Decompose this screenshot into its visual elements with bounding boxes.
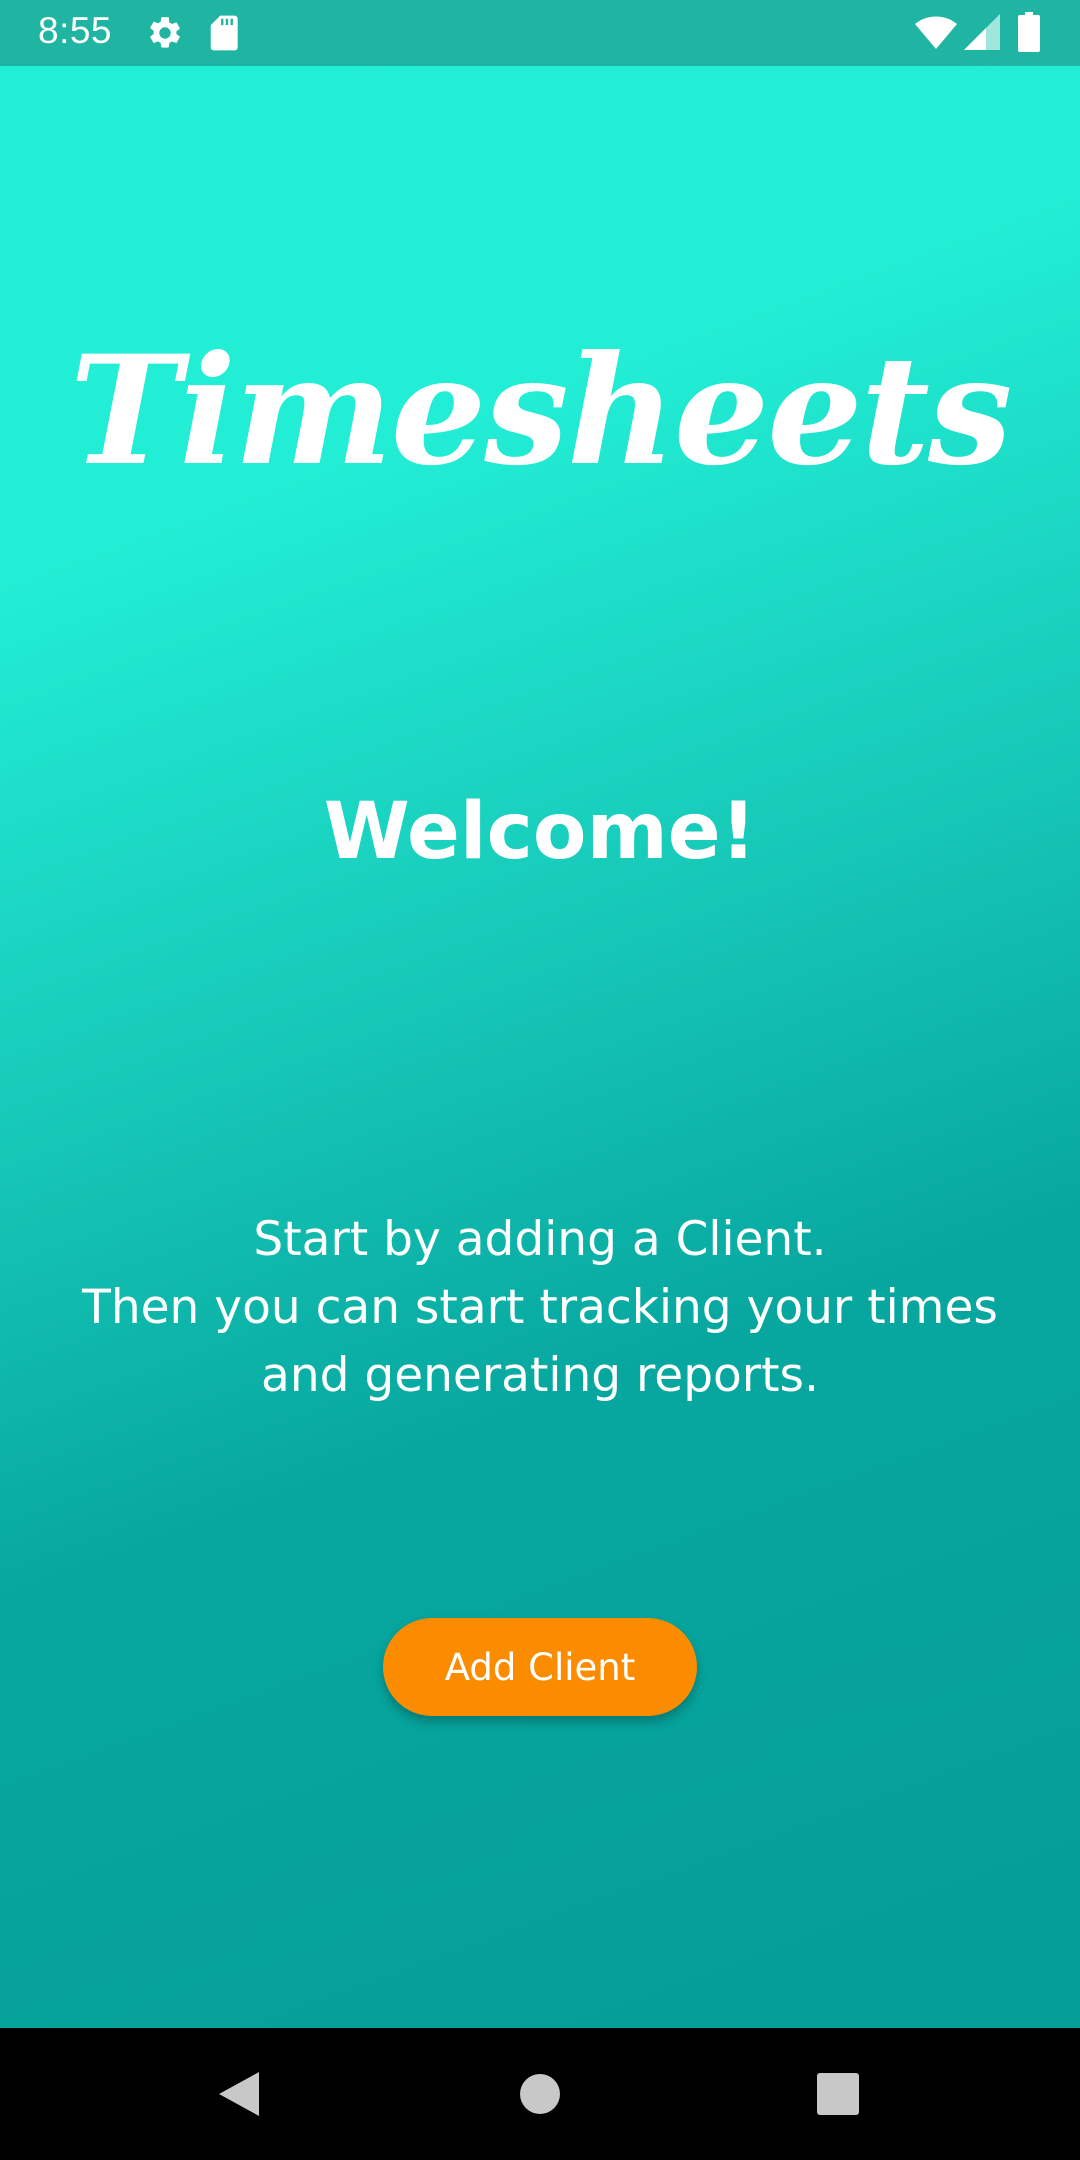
navigation-bar [0,2028,1080,2160]
intro-line: Then you can start tracking your times [82,1280,998,1335]
sd-card-icon [208,14,242,56]
status-bar: 8:55 [0,0,1080,66]
status-time: 8:55 [38,10,113,51]
back-icon[interactable] [209,2064,269,2124]
settings-icon [146,14,184,56]
app-logo: Timesheets [69,323,1013,499]
recents-icon[interactable] [808,2064,868,2124]
battery-icon [1018,12,1040,56]
add-client-button[interactable]: Add Client [383,1618,697,1716]
intro-line: Start by adding a Client. [253,1212,827,1267]
intro-text: Start by adding a Client. Then you can s… [60,1206,1020,1410]
main-content: Timesheets Welcome! Start by adding a Cl… [0,66,1080,2028]
app-screen: 8:55 Timesheets Welcome! Start by adding… [0,0,1080,2160]
welcome-heading: Welcome! [323,787,757,877]
home-icon[interactable] [510,2064,570,2124]
cell-signal-icon [964,14,1000,54]
wifi-icon [914,14,958,54]
intro-line: and generating reports. [261,1348,819,1403]
